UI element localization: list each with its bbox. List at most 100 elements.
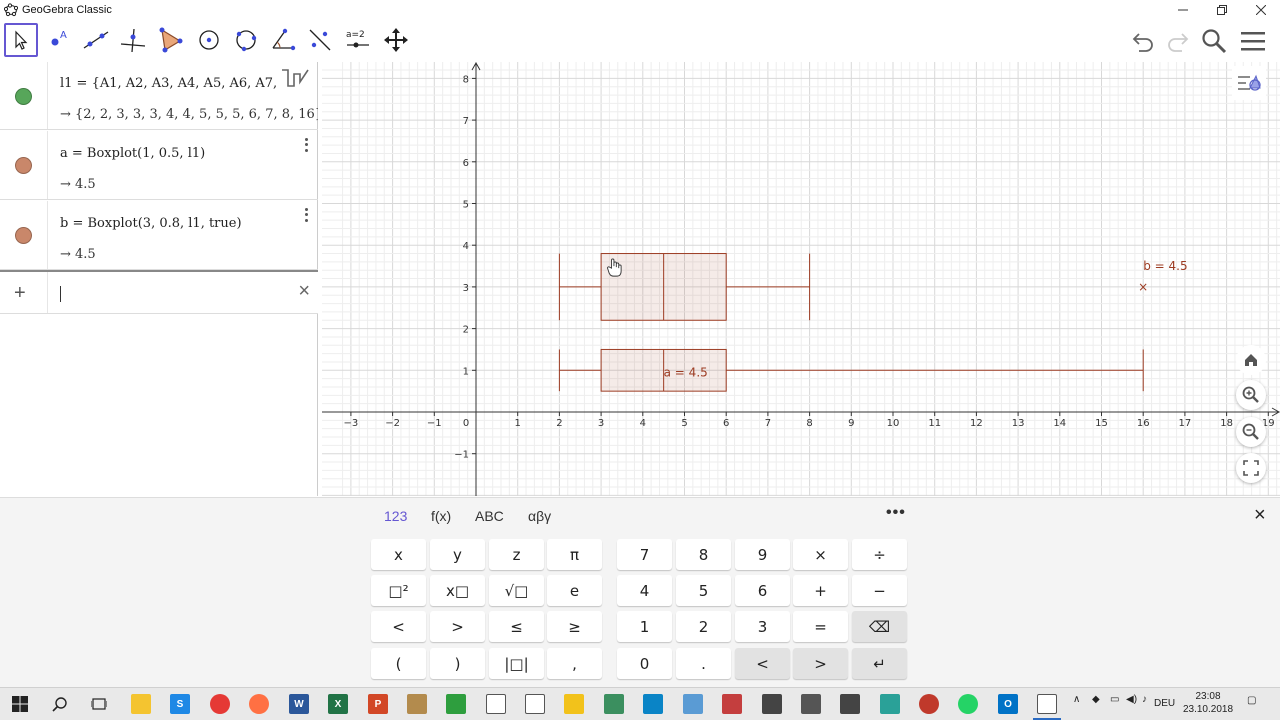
app-icon-16[interactable] (722, 694, 742, 714)
clear-input-button[interactable]: × (298, 280, 310, 303)
app-icon-13[interactable] (604, 694, 624, 714)
algebra-item-a[interactable]: a = Boxplot(1, 0.5, l1) → 4.5 (0, 131, 318, 200)
clock[interactable]: 23:08 23.10.2018 (1180, 690, 1236, 716)
move-graphics-view-tool-button[interactable] (379, 23, 413, 57)
visibility-toggle[interactable] (15, 88, 32, 105)
geogebra-taskbar-icon-2[interactable] (525, 694, 545, 714)
graphics-view[interactable]: −3 −2 −1 0 1 2 3 4 5 6 7 8 9 10 11 12 13 14 15 16 17 18 19 −1 1 2… (322, 62, 1280, 496)
minimize-button[interactable] (1163, 0, 1202, 20)
item-menu-button[interactable] (300, 137, 312, 153)
fullscreen-button[interactable] (1236, 453, 1266, 483)
move-tool-button[interactable] (4, 23, 38, 57)
key-sqrt[interactable]: √□ (489, 575, 544, 606)
firefox-icon[interactable] (249, 694, 269, 714)
volume-icon[interactable]: ◀) (1126, 694, 1137, 705)
key-square[interactable]: □² (371, 575, 426, 606)
graphics-canvas[interactable]: −3 −2 −1 0 1 2 3 4 5 6 7 8 9 10 11 12 13 14 15 16 17 18 19−112… (322, 62, 1280, 496)
key-equals[interactable]: = (793, 611, 848, 642)
algebra-definition[interactable]: l1 = {A1, A2, A3, A4, A5, A6, A7, A8, A9… (60, 76, 280, 91)
key-times[interactable]: × (793, 539, 848, 570)
network-icon[interactable]: ▭ (1110, 694, 1119, 705)
key-power[interactable]: x□ (430, 575, 485, 606)
algebra-style-bar-button[interactable] (280, 66, 314, 96)
key-6[interactable]: 6 (735, 575, 790, 606)
algebra-definition[interactable]: a = Boxplot(1, 0.5, l1) (60, 146, 290, 161)
main-menu-button[interactable] (1236, 24, 1270, 58)
restore-button[interactable] (1202, 0, 1241, 20)
algebra-definition[interactable]: b = Boxplot(3, 0.8, l1, true) (60, 216, 290, 231)
language-indicator[interactable]: DEU (1154, 698, 1175, 709)
key-z[interactable]: z (489, 539, 544, 570)
close-button[interactable] (1241, 0, 1280, 20)
task-view-button[interactable] (89, 694, 109, 714)
app-icon-14[interactable] (643, 694, 663, 714)
key-abs[interactable]: |□| (489, 648, 544, 679)
tab-greek[interactable]: αβγ (528, 508, 551, 524)
key-backspace[interactable]: ⌫ (852, 611, 907, 642)
zoom-out-button[interactable] (1236, 417, 1266, 447)
sound-icon[interactable]: ♪ (1142, 694, 1147, 705)
key-y[interactable]: y (430, 539, 485, 570)
powerpoint-icon[interactable]: P (368, 694, 388, 714)
key-x[interactable]: x (371, 539, 426, 570)
chrome-icon[interactable] (210, 694, 230, 714)
key-enter[interactable]: ↵ (852, 648, 907, 679)
circle-center-point-tool-button[interactable] (192, 23, 226, 57)
algebra-item-l1[interactable]: l1 = {A1, A2, A3, A4, A5, A6, A7, A8, A9… (0, 62, 318, 130)
taskbar-search-button[interactable] (50, 694, 70, 714)
dropbox-tray-icon[interactable]: ◆ (1092, 694, 1100, 705)
reflect-tool-button[interactable] (303, 23, 337, 57)
visibility-toggle[interactable] (15, 227, 32, 244)
tab-functions[interactable]: f(x) (431, 508, 451, 524)
tab-numbers[interactable]: 123 (384, 508, 407, 524)
graphics-style-bar-button[interactable] (1232, 66, 1266, 100)
visibility-toggle[interactable] (15, 157, 32, 174)
key-9[interactable]: 9 (735, 539, 790, 570)
line-tool-button[interactable] (79, 23, 113, 57)
key-1[interactable]: 1 (617, 611, 672, 642)
start-button[interactable] (10, 694, 30, 714)
app-icon-19[interactable] (840, 694, 860, 714)
excel-icon[interactable]: X (328, 694, 348, 714)
key-pi[interactable]: π (547, 539, 602, 570)
whatsapp-icon[interactable] (958, 694, 978, 714)
search-button[interactable] (1197, 24, 1231, 58)
file-explorer-icon[interactable] (131, 694, 151, 714)
redo-button[interactable] (1160, 24, 1194, 58)
key-open-paren[interactable]: ( (371, 648, 426, 679)
key-plus[interactable]: + (793, 575, 848, 606)
key-greater[interactable]: > (430, 611, 485, 642)
app-icon-9[interactable] (446, 694, 466, 714)
word-icon[interactable]: W (289, 694, 309, 714)
key-e[interactable]: e (547, 575, 602, 606)
key-comma[interactable]: , (547, 648, 602, 679)
key-cursor-right[interactable]: > (793, 648, 848, 679)
polygon-tool-button[interactable] (153, 23, 187, 57)
geogebra-active-taskbar-icon[interactable] (1037, 694, 1057, 714)
perpendicular-line-tool-button[interactable] (116, 23, 150, 57)
angle-tool-button[interactable] (266, 23, 300, 57)
point-tool-button[interactable]: A (42, 23, 76, 57)
slider-tool-button[interactable]: a=2 (341, 23, 375, 57)
notifications-icon[interactable]: ▢ (1247, 695, 1256, 706)
key-4[interactable]: 4 (617, 575, 672, 606)
key-7[interactable]: 7 (617, 539, 672, 570)
item-menu-button[interactable] (300, 207, 312, 223)
app-icon-18[interactable] (801, 694, 821, 714)
key-5[interactable]: 5 (676, 575, 731, 606)
app-icon-17[interactable] (762, 694, 782, 714)
key-less[interactable]: < (371, 611, 426, 642)
key-3[interactable]: 3 (735, 611, 790, 642)
app-icon-12[interactable] (564, 694, 584, 714)
key-cursor-left[interactable]: < (735, 648, 790, 679)
key-0[interactable]: 0 (617, 648, 672, 679)
undo-button[interactable] (1127, 24, 1161, 58)
zoom-in-button[interactable] (1236, 380, 1266, 410)
algebra-item-b[interactable]: b = Boxplot(3, 0.8, l1, true) → 4.5 (0, 201, 318, 270)
algebra-input-row[interactable]: + × (0, 270, 318, 314)
tab-letters[interactable]: ABC (475, 508, 504, 524)
add-item-button[interactable]: + (14, 282, 26, 305)
app-icon-15[interactable] (683, 694, 703, 714)
key-minus[interactable]: − (852, 575, 907, 606)
geogebra-taskbar-icon[interactable] (486, 694, 506, 714)
